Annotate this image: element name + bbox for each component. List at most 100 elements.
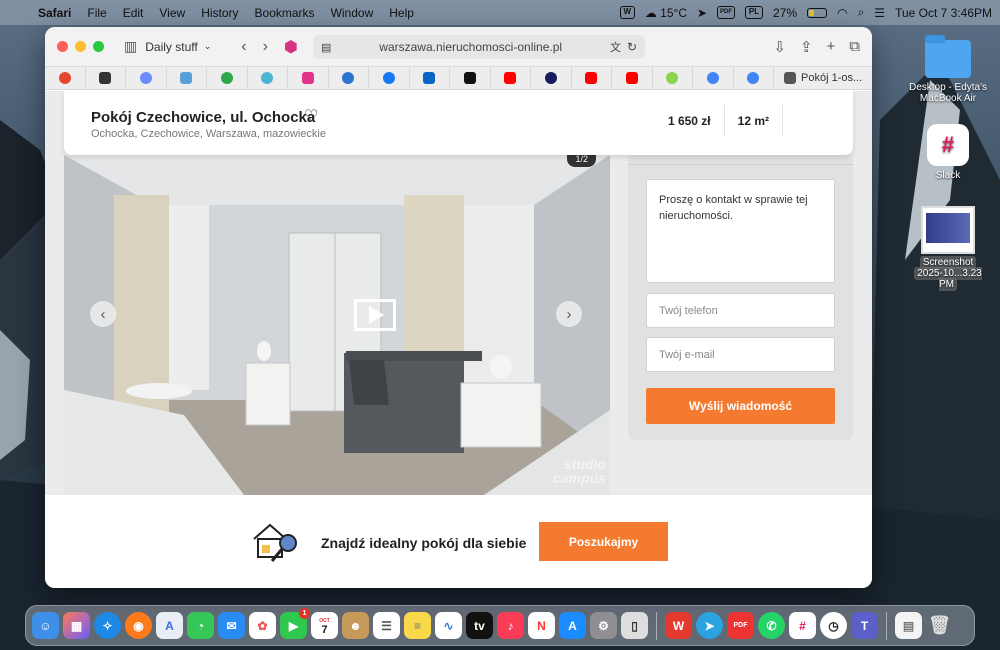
menu-app-name[interactable]: Safari bbox=[38, 6, 71, 20]
sidebar-toggle-icon[interactable]: ▥ bbox=[124, 38, 137, 55]
document-icon[interactable]: ▤ bbox=[895, 612, 922, 639]
launchpad-icon[interactable]: ▦ bbox=[63, 612, 90, 639]
iphone-mirroring-icon[interactable]: ▯ bbox=[621, 612, 648, 639]
pdf-status-icon[interactable]: PDF bbox=[717, 6, 736, 19]
facetime-icon[interactable]: ▶ 1 bbox=[280, 608, 310, 639]
pinned-tab[interactable] bbox=[369, 66, 410, 90]
downloads-icon[interactable]: ⇩ bbox=[773, 38, 786, 56]
extension-icon[interactable]: ⬢ bbox=[284, 37, 298, 57]
heart-icon[interactable]: ♡ bbox=[304, 106, 318, 126]
calendar-icon[interactable]: OCT 7 bbox=[311, 612, 338, 639]
pinned-tab[interactable] bbox=[207, 66, 248, 90]
finder-icon[interactable]: ☺ bbox=[32, 612, 59, 639]
listing-photo[interactable]: 1/2 ‹ › studio campus bbox=[64, 155, 610, 495]
close-button[interactable] bbox=[57, 41, 68, 52]
tab-group-selector[interactable]: Daily stuff ⌄ bbox=[145, 40, 211, 54]
menu-view[interactable]: View bbox=[159, 6, 185, 20]
share-icon[interactable]: ⇪ bbox=[800, 38, 813, 56]
screenshot-label-2: 2025-10...3.23 PM bbox=[914, 267, 982, 291]
wps-icon[interactable]: W bbox=[619, 6, 635, 19]
youtube-icon bbox=[585, 72, 598, 84]
desktop-screenshot[interactable]: Screenshot 2025-10...3.23 PM bbox=[908, 206, 988, 291]
wps-office-icon[interactable]: W bbox=[665, 612, 692, 639]
email-input[interactable]: Twój e-mail bbox=[646, 337, 835, 372]
notes-icon[interactable]: ≡ bbox=[404, 612, 431, 639]
menu-clock[interactable]: Tue Oct 7 3:46PM bbox=[895, 6, 992, 20]
message-textarea[interactable]: Proszę o kontakt w sprawie tej nieruchom… bbox=[646, 179, 835, 283]
phone-input[interactable]: Twój telefon bbox=[646, 293, 835, 328]
menu-bookmarks[interactable]: Bookmarks bbox=[255, 6, 315, 20]
app-store-icon[interactable]: A bbox=[559, 612, 586, 639]
xcode-icon[interactable]: A bbox=[156, 612, 183, 639]
pinned-tab[interactable] bbox=[450, 66, 491, 90]
pinned-tab[interactable] bbox=[531, 66, 572, 90]
wifi-icon[interactable]: ◠ bbox=[837, 6, 847, 20]
trash-icon[interactable]: 🗑 bbox=[926, 612, 953, 639]
reminders-icon[interactable]: ☰ bbox=[373, 612, 400, 639]
menu-file[interactable]: File bbox=[87, 6, 106, 20]
firefox-icon[interactable]: ◉ bbox=[125, 612, 152, 639]
search-button[interactable]: Poszukajmy bbox=[539, 522, 668, 561]
pinned-tab[interactable] bbox=[734, 66, 774, 90]
safari-icon[interactable]: ✧ bbox=[94, 612, 121, 639]
system-settings-icon[interactable]: ⚙ bbox=[590, 612, 617, 639]
whatsapp-icon[interactable]: ✆ bbox=[758, 612, 785, 639]
photo-next-button[interactable]: › bbox=[556, 301, 582, 327]
chevron-down-icon: ⌄ bbox=[203, 41, 212, 51]
photo-prev-button[interactable]: ‹ bbox=[90, 301, 116, 327]
telegram-icon[interactable]: ➤ bbox=[696, 612, 723, 639]
reload-icon[interactable]: ↻ bbox=[627, 40, 637, 54]
pinned-tab[interactable] bbox=[612, 66, 653, 90]
send-message-button[interactable]: Wyślij wiadomość bbox=[646, 388, 835, 424]
weather-widget[interactable]: ☁ 15°C bbox=[645, 6, 687, 20]
pinned-tab[interactable] bbox=[167, 66, 207, 90]
pinned-tab[interactable] bbox=[288, 66, 329, 90]
control-center-icon[interactable]: ☰ bbox=[874, 6, 885, 20]
pinned-tab[interactable] bbox=[653, 66, 693, 90]
teams-icon[interactable]: T bbox=[851, 612, 878, 639]
active-tab[interactable]: Pokój 1-os... bbox=[774, 67, 872, 90]
news-icon[interactable]: N bbox=[528, 612, 555, 639]
messages-icon[interactable]: ◔ bbox=[187, 612, 214, 639]
pdf-app-icon[interactable]: PDF bbox=[727, 612, 754, 639]
pinned-tab[interactable] bbox=[491, 66, 531, 90]
spotlight-search-icon[interactable]: ⌕ bbox=[858, 5, 865, 20]
desktop-folder[interactable]: Desktop - Edyta's MacBook Air bbox=[908, 35, 988, 104]
pinned-tab[interactable] bbox=[572, 66, 612, 90]
translate-icon[interactable]: 文 bbox=[610, 39, 621, 55]
telegram-status-icon[interactable]: ➤ bbox=[697, 6, 707, 20]
pinned-tab[interactable] bbox=[45, 66, 86, 90]
pinned-tab[interactable] bbox=[693, 66, 734, 90]
slack-dock-icon[interactable]: # bbox=[789, 612, 816, 639]
contacts-icon[interactable]: ☻ bbox=[342, 612, 369, 639]
page-menu-icon[interactable]: ▤ bbox=[321, 41, 331, 54]
forward-icon[interactable]: › bbox=[263, 38, 268, 56]
photos-icon[interactable]: ✿ bbox=[249, 612, 276, 639]
pinned-tab[interactable] bbox=[86, 66, 126, 90]
battery-percent: 27% bbox=[773, 5, 798, 20]
input-source[interactable]: PL bbox=[745, 6, 764, 19]
pinned-tab[interactable] bbox=[248, 66, 288, 90]
menu-edit[interactable]: Edit bbox=[123, 6, 144, 20]
maximize-button[interactable] bbox=[93, 41, 104, 52]
new-tab-icon[interactable]: + bbox=[827, 38, 836, 56]
freeform-icon[interactable]: ∿ bbox=[435, 612, 462, 639]
menu-window[interactable]: Window bbox=[331, 6, 374, 20]
music-icon[interactable]: ♪ bbox=[497, 612, 524, 639]
menu-history[interactable]: History bbox=[201, 6, 238, 20]
address-bar[interactable]: ▤ warszawa.nieruchomosci-online.pl 文 ↻ bbox=[313, 35, 645, 59]
apple-tv-icon[interactable]: tv bbox=[466, 612, 493, 639]
tab-overview-icon[interactable]: ⧉ bbox=[849, 38, 860, 56]
desktop-slack[interactable]: # Slack bbox=[908, 124, 988, 181]
pinned-tab[interactable] bbox=[329, 66, 369, 90]
pinned-tab[interactable] bbox=[410, 66, 450, 90]
pinned-tab[interactable] bbox=[126, 66, 167, 90]
battery-icon[interactable] bbox=[807, 7, 828, 18]
mail-icon[interactable]: ✉ bbox=[218, 612, 245, 639]
play-video-icon[interactable] bbox=[354, 299, 396, 331]
menu-help[interactable]: Help bbox=[389, 6, 414, 20]
clock-icon[interactable]: ◷ bbox=[820, 612, 847, 639]
active-tab-title: Pokój 1-os... bbox=[801, 72, 863, 84]
minimize-button[interactable] bbox=[75, 41, 86, 52]
back-icon[interactable]: ‹ bbox=[241, 38, 246, 56]
